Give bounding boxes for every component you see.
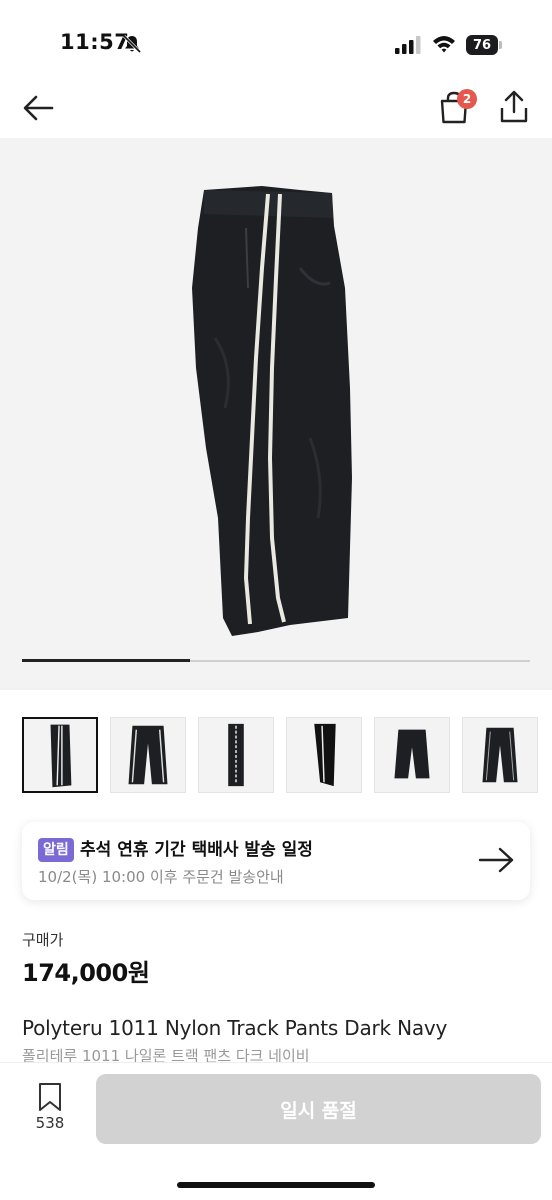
battery-indicator: 76 bbox=[466, 35, 498, 55]
thumbnail-3[interactable] bbox=[198, 717, 274, 793]
price-value: 174,000원 bbox=[22, 959, 150, 987]
notice-title: 추석 연휴 기간 택배사 발송 일정 bbox=[80, 840, 313, 860]
thumbnail-strip[interactable] bbox=[22, 717, 552, 795]
product-title: Polyteru 1011 Nylon Track Pants Dark Nav… bbox=[22, 1016, 448, 1040]
thumbnail-2[interactable] bbox=[110, 717, 186, 793]
status-time: 11:57 bbox=[60, 30, 130, 54]
bookmark-icon bbox=[39, 1083, 61, 1111]
wifi-icon bbox=[433, 36, 455, 53]
thumbnail-4[interactable] bbox=[286, 717, 362, 793]
home-indicator bbox=[177, 1182, 375, 1188]
notice-badge: 알림 bbox=[38, 838, 74, 862]
thumbnail-1[interactable] bbox=[22, 717, 98, 793]
thumbnail-image bbox=[394, 729, 430, 779]
carousel-progress bbox=[22, 659, 190, 662]
thumbnail-image bbox=[314, 723, 336, 787]
bookmark-count: 538 bbox=[35, 1114, 65, 1132]
status-bar: 11:57 76 bbox=[0, 0, 552, 80]
notice-subtitle: 10/2(목) 10:00 이후 주문건 발송안내 bbox=[38, 868, 284, 886]
sold-out-button[interactable]: 일시 품절 bbox=[96, 1074, 541, 1144]
thumbnail-image bbox=[128, 725, 168, 785]
bell-mute-icon bbox=[122, 34, 142, 54]
back-arrow-icon[interactable] bbox=[20, 90, 56, 126]
thumbnail-5[interactable] bbox=[374, 717, 450, 793]
cellular-signal-icon bbox=[395, 36, 421, 54]
thumbnail-image bbox=[228, 723, 244, 787]
product-image[interactable] bbox=[0, 138, 552, 690]
arrow-right-icon bbox=[478, 847, 514, 873]
share-icon[interactable] bbox=[496, 88, 532, 126]
cart-count-badge: 2 bbox=[457, 89, 477, 109]
bookmark-button[interactable]: 538 bbox=[30, 1082, 70, 1138]
thumbnail-6[interactable] bbox=[462, 717, 538, 793]
shipping-notice-card[interactable]: 알림 추석 연휴 기간 택배사 발송 일정 10/2(목) 10:00 이후 주… bbox=[22, 822, 530, 900]
thumbnail-image bbox=[50, 724, 72, 788]
price-label: 구매가 bbox=[22, 931, 64, 949]
product-subtitle-korean: 폴리테루 1011 나일론 트랙 팬츠 다크 네이비 bbox=[22, 1047, 310, 1062]
battery-tip bbox=[499, 41, 502, 49]
track-pants-image bbox=[192, 186, 352, 636]
thumbnail-image bbox=[482, 727, 518, 783]
